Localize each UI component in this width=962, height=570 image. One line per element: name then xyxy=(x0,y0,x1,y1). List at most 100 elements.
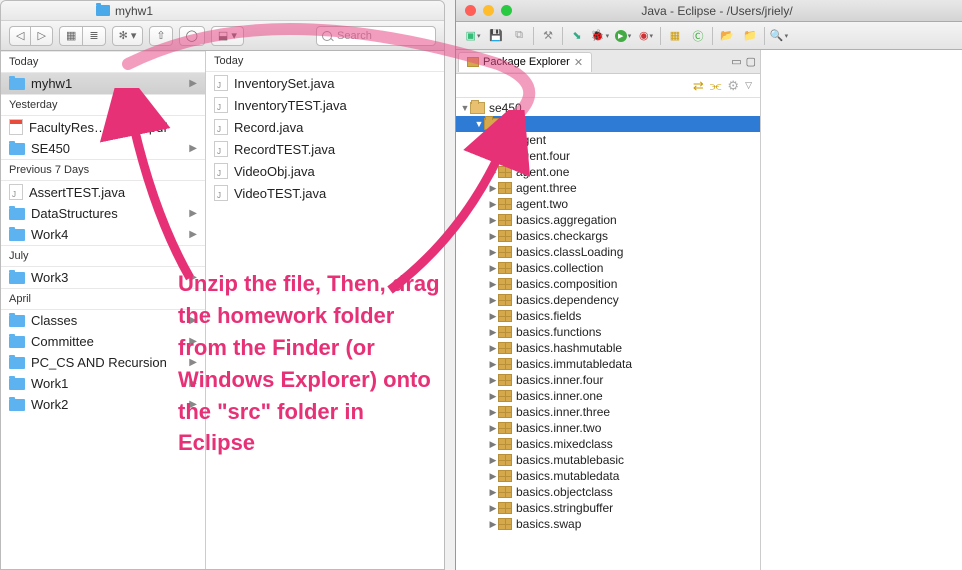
forward-button[interactable]: ▷ xyxy=(30,26,52,46)
finder-item[interactable]: Classes▶ xyxy=(1,310,205,331)
finder-item[interactable]: Work2▶ xyxy=(1,394,205,415)
package-node[interactable]: ▶agent.four xyxy=(456,148,760,164)
finder-item[interactable]: Work3▶ xyxy=(1,267,205,288)
package-node[interactable]: ▶basics.functions xyxy=(456,324,760,340)
disclosure-triangle-icon[interactable]: ▶ xyxy=(488,503,498,514)
disclosure-triangle-icon[interactable]: ▼ xyxy=(474,119,484,129)
finder-item[interactable]: Work1▶ xyxy=(1,373,205,394)
new-package-button[interactable]: ▦ xyxy=(664,26,686,46)
package-node[interactable]: ▶basics.mutablebasic xyxy=(456,452,760,468)
skip-breakpoints-button[interactable]: ⬊ xyxy=(566,26,588,46)
package-node[interactable]: ▶basics.aggregation xyxy=(456,212,760,228)
link-editor-icon[interactable]: ⫘ xyxy=(710,78,722,94)
share-button[interactable]: ⇧ xyxy=(149,26,172,46)
view-menu-icon[interactable]: ▽ xyxy=(745,80,752,91)
package-node[interactable]: ▶basics.composition xyxy=(456,276,760,292)
src-folder-node[interactable]: ▼ src xyxy=(456,116,760,132)
package-node[interactable]: ▶agent.one xyxy=(456,164,760,180)
save-all-button[interactable]: ⧉ xyxy=(508,26,530,46)
disclosure-triangle-icon[interactable]: ▶ xyxy=(488,487,498,498)
package-node[interactable]: ▶basics.checkargs xyxy=(456,228,760,244)
view-mode-segment[interactable]: ▦ ≣ xyxy=(59,26,106,46)
finder-item[interactable]: InventoryTEST.java xyxy=(206,94,444,116)
package-tree[interactable]: ▼ se450 ▼ src ▶agent▶agent.four▶agent.on… xyxy=(456,98,760,570)
coverage-button[interactable]: ◉▾ xyxy=(635,26,657,46)
finder-item[interactable]: SE450▶ xyxy=(1,138,205,159)
disclosure-triangle-icon[interactable]: ▶ xyxy=(488,295,498,306)
finder-item[interactable]: VideoObj.java xyxy=(206,160,444,182)
close-button[interactable] xyxy=(465,5,476,16)
disclosure-triangle-icon[interactable]: ▶ xyxy=(488,407,498,418)
package-node[interactable]: ▶basics.hashmutable xyxy=(456,340,760,356)
finder-item[interactable]: Work4▶ xyxy=(1,224,205,245)
back-button[interactable]: ◁ xyxy=(9,26,30,46)
zoom-button[interactable] xyxy=(501,5,512,16)
disclosure-triangle-icon[interactable]: ▶ xyxy=(488,183,498,194)
package-node[interactable]: ▶basics.inner.one xyxy=(456,388,760,404)
disclosure-triangle-icon[interactable]: ▶ xyxy=(488,263,498,274)
finder-item[interactable]: RecordTEST.java xyxy=(206,138,444,160)
disclosure-triangle-icon[interactable]: ▶ xyxy=(488,311,498,322)
search-input[interactable]: Search xyxy=(316,26,436,46)
close-tab-icon[interactable]: ✕ xyxy=(574,56,583,69)
finder-item[interactable]: Record.java xyxy=(206,116,444,138)
package-node[interactable]: ▶basics.stringbuffer xyxy=(456,500,760,516)
package-node[interactable]: ▶basics.collection xyxy=(456,260,760,276)
disclosure-triangle-icon[interactable]: ▶ xyxy=(488,359,498,370)
package-node[interactable]: ▶basics.dependency xyxy=(456,292,760,308)
dropbox-button[interactable]: ⬓ ▾ xyxy=(211,26,244,46)
disclosure-triangle-icon[interactable]: ▶ xyxy=(488,279,498,290)
disclosure-triangle-icon[interactable]: ▶ xyxy=(488,391,498,402)
package-node[interactable]: ▶agent xyxy=(456,132,760,148)
open-task-button[interactable]: 📁 xyxy=(739,26,761,46)
package-node[interactable]: ▶basics.inner.three xyxy=(456,404,760,420)
finder-item[interactable]: FacultyRes…ep… 5.pdf xyxy=(1,116,205,138)
maximize-view-icon[interactable]: ▢ xyxy=(746,55,756,68)
disclosure-triangle-icon[interactable]: ▶ xyxy=(488,167,498,178)
project-node[interactable]: ▼ se450 xyxy=(456,100,760,116)
filters-icon[interactable]: ⚙ xyxy=(727,78,739,94)
disclosure-triangle-icon[interactable]: ▶ xyxy=(488,215,498,226)
new-class-button[interactable]: Ⓒ xyxy=(687,26,709,46)
disclosure-triangle-icon[interactable]: ▶ xyxy=(488,439,498,450)
package-node[interactable]: ▶basics.mutabledata xyxy=(456,468,760,484)
list-view-button[interactable]: ≣ xyxy=(82,26,105,46)
finder-item[interactable]: InventorySet.java xyxy=(206,72,444,94)
disclosure-triangle-icon[interactable]: ▼ xyxy=(460,103,470,113)
new-button[interactable]: ▣▾ xyxy=(462,26,484,46)
package-node[interactable]: ▶basics.inner.four xyxy=(456,372,760,388)
build-button[interactable]: ⚒ xyxy=(537,26,559,46)
save-button[interactable]: 💾 xyxy=(485,26,507,46)
tags-button[interactable]: ◯ xyxy=(179,26,205,46)
nav-back-forward[interactable]: ◁ ▷ xyxy=(9,26,53,46)
package-node[interactable]: ▶basics.inner.two xyxy=(456,420,760,436)
package-node[interactable]: ▶basics.immutabledata xyxy=(456,356,760,372)
disclosure-triangle-icon[interactable]: ▶ xyxy=(488,423,498,434)
disclosure-triangle-icon[interactable]: ▶ xyxy=(488,135,498,146)
finder-item[interactable]: AssertTEST.java xyxy=(1,181,205,203)
finder-item[interactable]: myhw1▶ xyxy=(1,73,205,94)
finder-item[interactable]: Committee▶ xyxy=(1,331,205,352)
window-controls[interactable] xyxy=(456,5,512,16)
collapse-all-icon[interactable]: ⇄ xyxy=(693,78,704,94)
package-explorer-tab[interactable]: Package Explorer ✕ xyxy=(458,52,592,72)
run-button[interactable]: ▶▾ xyxy=(612,26,634,46)
disclosure-triangle-icon[interactable]: ▶ xyxy=(488,151,498,162)
disclosure-triangle-icon[interactable]: ▶ xyxy=(488,375,498,386)
arrange-button[interactable]: ✻ ▾ xyxy=(112,26,144,46)
debug-button[interactable]: 🐞▾ xyxy=(589,26,611,46)
package-node[interactable]: ▶basics.swap xyxy=(456,516,760,532)
finder-item[interactable]: VideoTEST.java xyxy=(206,182,444,204)
package-node[interactable]: ▶basics.fields xyxy=(456,308,760,324)
finder-column-1[interactable]: Today myhw1▶ Yesterday FacultyRes…ep… 5.… xyxy=(1,51,206,569)
disclosure-triangle-icon[interactable]: ▶ xyxy=(488,343,498,354)
disclosure-triangle-icon[interactable]: ▶ xyxy=(488,471,498,482)
finder-item[interactable]: PC_CS AND Recursion▶ xyxy=(1,352,205,373)
minimize-button[interactable] xyxy=(483,5,494,16)
icon-view-button[interactable]: ▦ xyxy=(59,26,82,46)
finder-item[interactable]: DataStructures▶ xyxy=(1,203,205,224)
package-node[interactable]: ▶basics.classLoading xyxy=(456,244,760,260)
minimize-view-icon[interactable]: ▭ xyxy=(731,55,741,68)
disclosure-triangle-icon[interactable]: ▶ xyxy=(488,455,498,466)
package-node[interactable]: ▶basics.mixedclass xyxy=(456,436,760,452)
